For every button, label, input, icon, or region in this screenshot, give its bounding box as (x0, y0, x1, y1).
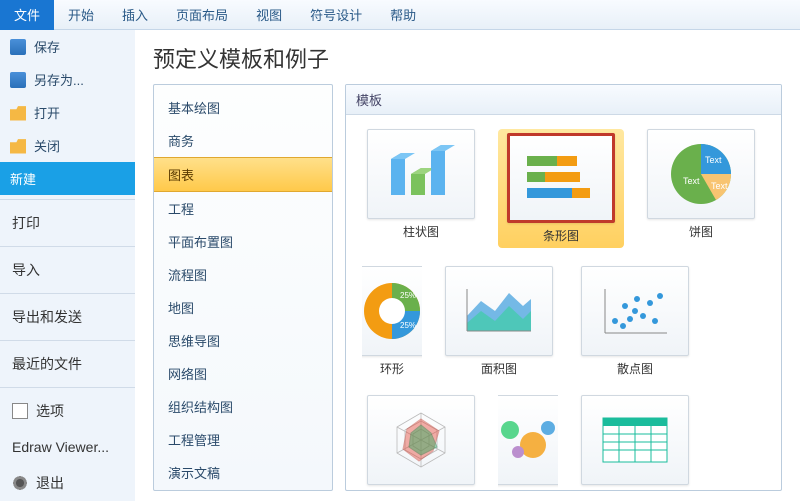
saveas-icon (10, 72, 26, 88)
sidebar-viewer[interactable]: Edraw Viewer... (0, 430, 135, 464)
file-sidebar: 保存 另存为... 打开 关闭 新建 打印 导入 导出和发送 最近的文件 选项 … (0, 30, 135, 501)
template-scatter-chart[interactable]: 散点图 (576, 266, 694, 377)
ribbon-tab-file[interactable]: 文件 (0, 0, 54, 30)
template-label: 环形 (380, 360, 404, 377)
pie-chart-icon: Text Text Text (647, 129, 755, 219)
close-icon (10, 138, 26, 154)
template-label: 面积图 (481, 360, 517, 377)
template-table-chart[interactable] (576, 395, 694, 490)
sidebar-save[interactable]: 保存 (0, 30, 135, 63)
scatter-chart-icon (581, 266, 689, 356)
save-icon (10, 39, 26, 55)
sidebar-close[interactable]: 关闭 (0, 129, 135, 162)
template-doughnut-chart[interactable]: 25% 25% 环形 (362, 266, 422, 377)
category-panel: 基本绘图 商务 图表 工程 平面布置图 流程图 地图 思维导图 网络图 组织结构… (153, 84, 333, 491)
category-network[interactable]: 网络图 (154, 357, 332, 390)
svg-text:25%: 25% (400, 321, 416, 330)
category-floorplan[interactable]: 平面布置图 (154, 225, 332, 258)
exit-icon (12, 475, 28, 491)
sidebar-exit[interactable]: 退出 (0, 464, 135, 502)
sidebar-options[interactable]: 选项 (0, 392, 135, 430)
svg-text:Text: Text (711, 181, 728, 191)
svg-text:Text: Text (705, 155, 722, 165)
sidebar-item-label: 选项 (36, 401, 64, 421)
category-basic[interactable]: 基本绘图 (154, 91, 332, 124)
template-label: 柱状图 (403, 223, 439, 240)
template-label: 饼图 (689, 223, 713, 240)
sidebar-item-label: 退出 (36, 473, 64, 493)
template-label: 条形图 (543, 227, 579, 244)
template-panel: 模板 柱状图 (345, 84, 782, 491)
options-icon (12, 403, 28, 419)
template-area-chart[interactable]: 面积图 (440, 266, 558, 377)
template-label: 散点图 (617, 360, 653, 377)
bubble-chart-icon (498, 395, 558, 485)
ribbon-tab-layout[interactable]: 页面布局 (162, 0, 242, 30)
sidebar-item-label: 另存为... (34, 70, 84, 89)
template-label: 蜘蛛网图，雷达图和极性图 (362, 489, 480, 490)
ribbon-tab-home[interactable]: 开始 (54, 0, 108, 30)
sidebar-recent[interactable]: 最近的文件 (0, 345, 135, 383)
area-chart-icon (445, 266, 553, 356)
template-spider-chart[interactable]: 蜘蛛网图，雷达图和极性图 (362, 395, 480, 490)
template-pie-chart[interactable]: Text Text Text 饼图 (642, 129, 760, 248)
sidebar-item-label: 打开 (34, 103, 60, 122)
category-business[interactable]: 商务 (154, 124, 332, 157)
sidebar-print[interactable]: 打印 (0, 204, 135, 242)
template-bubble-chart[interactable]: 气泡 (498, 395, 558, 490)
sidebar-item-label: 最近的文件 (12, 354, 82, 374)
page-title: 预定义模板和例子 (153, 42, 782, 74)
category-mindmap[interactable]: 思维导图 (154, 324, 332, 357)
category-map[interactable]: 地图 (154, 291, 332, 324)
column-chart-icon (367, 129, 475, 219)
sidebar-item-label: 新建 (10, 169, 36, 188)
category-flowchart[interactable]: 流程图 (154, 258, 332, 291)
template-label: 气泡 (516, 489, 540, 490)
sidebar-open[interactable]: 打开 (0, 96, 135, 129)
category-engineering[interactable]: 工程 (154, 192, 332, 225)
sidebar-item-label: 打印 (12, 213, 40, 233)
open-icon (10, 105, 26, 121)
doughnut-chart-icon: 25% 25% (362, 266, 422, 356)
ribbon-tab-view[interactable]: 视图 (242, 0, 296, 30)
sidebar-saveas[interactable]: 另存为... (0, 63, 135, 96)
category-table[interactable]: 表格 (154, 489, 332, 491)
sidebar-export[interactable]: 导出和发送 (0, 298, 135, 336)
ribbon-tabs: 文件 开始 插入 页面布局 视图 符号设计 帮助 (0, 0, 800, 30)
template-column-chart[interactable]: 柱状图 (362, 129, 480, 248)
template-header: 模板 (346, 85, 781, 115)
category-chart[interactable]: 图表 (154, 157, 332, 192)
sidebar-new[interactable]: 新建 (0, 162, 135, 195)
table-chart-icon (581, 395, 689, 485)
svg-text:25%: 25% (400, 291, 416, 300)
spider-chart-icon (367, 395, 475, 485)
sidebar-item-label: Edraw Viewer... (12, 439, 109, 455)
ribbon-tab-help[interactable]: 帮助 (376, 0, 430, 30)
sidebar-item-label: 保存 (34, 37, 60, 56)
category-orgchart[interactable]: 组织结构图 (154, 390, 332, 423)
category-projmgmt[interactable]: 工程管理 (154, 423, 332, 456)
sidebar-item-label: 关闭 (34, 136, 60, 155)
ribbon-tab-symbol[interactable]: 符号设计 (296, 0, 376, 30)
category-presentation[interactable]: 演示文稿 (154, 456, 332, 489)
svg-text:Text: Text (683, 176, 700, 186)
sidebar-item-label: 导入 (12, 260, 40, 280)
sidebar-item-label: 导出和发送 (12, 307, 82, 327)
template-bar-chart[interactable]: 条形图 (498, 129, 624, 248)
bar-chart-icon (507, 133, 615, 223)
sidebar-import[interactable]: 导入 (0, 251, 135, 289)
ribbon-tab-insert[interactable]: 插入 (108, 0, 162, 30)
